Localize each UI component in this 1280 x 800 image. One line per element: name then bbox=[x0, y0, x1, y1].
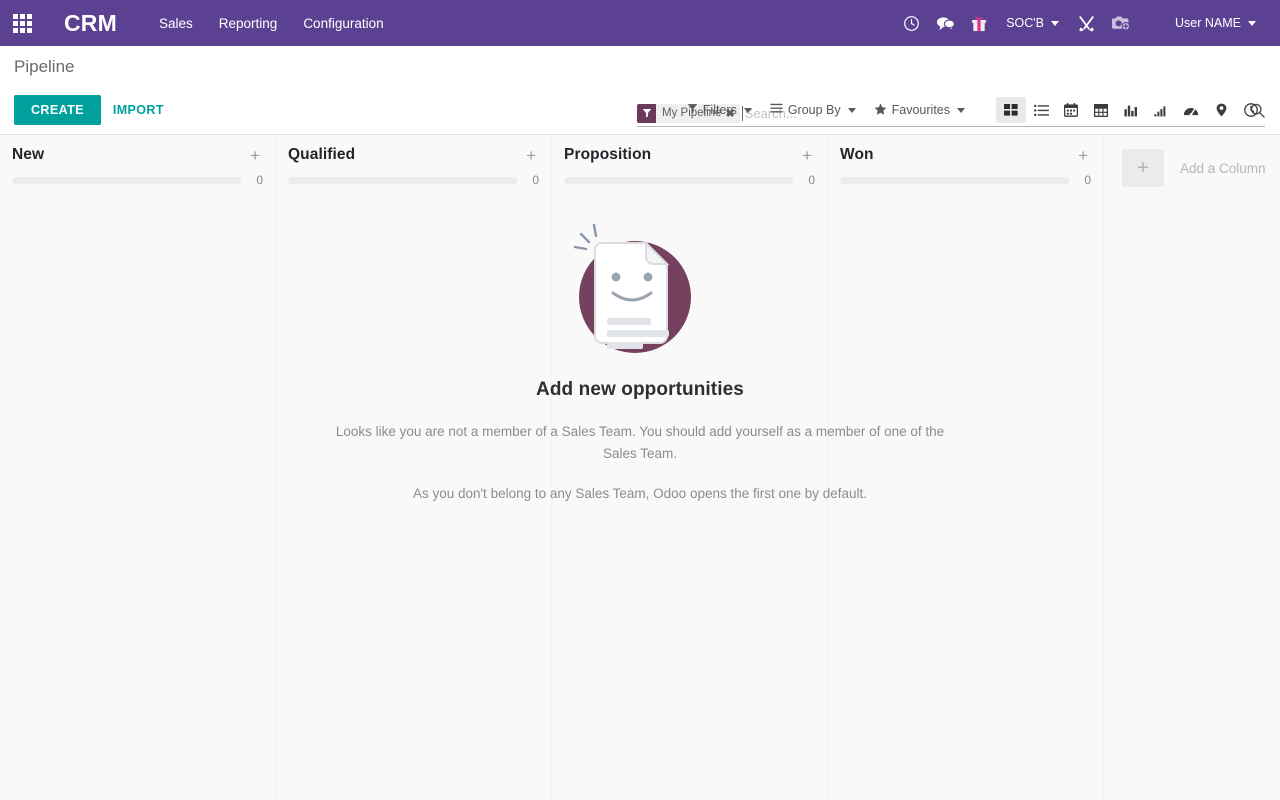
kanban-column-progress-row: 0 bbox=[840, 173, 1091, 187]
kanban-view-icon[interactable] bbox=[996, 97, 1026, 123]
activity-view-icon[interactable] bbox=[1236, 97, 1266, 123]
kanban-column-header: New + bbox=[12, 135, 263, 173]
star-icon bbox=[874, 103, 887, 118]
kanban-column-title: Qualified bbox=[288, 146, 356, 163]
favourites-dropdown[interactable]: Favourites bbox=[865, 98, 974, 123]
control-panel-top-row: Pipeline bbox=[14, 46, 1266, 88]
empty-state-title: Add new opportunities bbox=[536, 379, 744, 400]
add-record-icon[interactable]: + bbox=[799, 146, 815, 165]
empty-state: Add new opportunities Looks like you are… bbox=[0, 215, 1280, 505]
kanban-column-title: Won bbox=[840, 146, 874, 163]
navbar-menus: Sales Reporting Configuration bbox=[159, 16, 384, 31]
hamburger-lines-icon bbox=[770, 103, 783, 117]
filters-dropdown[interactable]: Filters bbox=[678, 98, 761, 122]
user-menu[interactable]: User NAME bbox=[1165, 0, 1266, 46]
empty-state-illustration bbox=[573, 223, 691, 353]
kanban-column-header: Qualified + bbox=[288, 135, 539, 173]
control-panel: Pipeline My Pipeline ✖ CREATE IMPORT bbox=[0, 46, 1280, 135]
group-by-dropdown[interactable]: Group By bbox=[761, 98, 865, 122]
company-switcher[interactable]: SOC'B bbox=[996, 0, 1069, 46]
gift-icon[interactable] bbox=[962, 0, 996, 46]
control-panel-right: Filters Group By Favourites bbox=[678, 97, 1266, 123]
kanban-column-count: 0 bbox=[532, 173, 539, 187]
import-button[interactable]: IMPORT bbox=[101, 95, 176, 125]
add-column-area[interactable]: + Add a Column bbox=[1104, 135, 1278, 187]
group-by-dropdown-label: Group By bbox=[787, 103, 841, 117]
kanban-column-count: 0 bbox=[256, 173, 263, 187]
add-record-icon[interactable]: + bbox=[1075, 146, 1091, 165]
empty-state-paragraph-1: Looks like you are not a member of a Sal… bbox=[335, 424, 945, 461]
add-record-icon[interactable]: + bbox=[247, 146, 263, 165]
menu-sales[interactable]: Sales bbox=[159, 16, 193, 31]
create-button[interactable]: CREATE bbox=[14, 95, 101, 125]
tools-icon[interactable] bbox=[1069, 0, 1103, 46]
activity-clock-icon[interactable] bbox=[894, 0, 928, 46]
navbar-right-tools: SOC'B User NAME bbox=[894, 0, 1280, 46]
chevron-down-icon bbox=[1248, 20, 1256, 26]
app-brand-crm[interactable]: CRM bbox=[64, 10, 117, 37]
camera-add-icon[interactable] bbox=[1103, 0, 1137, 46]
filter-funnel-icon bbox=[687, 103, 698, 117]
apps-menu-button[interactable] bbox=[0, 0, 44, 46]
kanban-column-progress-row: 0 bbox=[564, 173, 815, 187]
progress-bar[interactable] bbox=[288, 176, 517, 184]
chevron-down-icon bbox=[1051, 20, 1060, 26]
list-view-icon[interactable] bbox=[1026, 97, 1056, 123]
messaging-chat-icon[interactable] bbox=[928, 0, 962, 46]
kanban-column-count: 0 bbox=[1084, 173, 1091, 187]
empty-state-paragraph-2: As you don't belong to any Sales Team, O… bbox=[412, 486, 868, 501]
menu-configuration[interactable]: Configuration bbox=[303, 16, 383, 31]
kanban-column-title: Proposition bbox=[564, 146, 652, 163]
progress-bar[interactable] bbox=[564, 176, 793, 184]
dashboard-view-icon[interactable] bbox=[1176, 97, 1206, 123]
graph-view-icon[interactable] bbox=[1116, 97, 1146, 123]
control-panel-buttons-row: CREATE IMPORT Filters Group By Favourite… bbox=[14, 95, 1266, 125]
pivot-view-icon[interactable] bbox=[1086, 97, 1116, 123]
progress-bar[interactable] bbox=[12, 176, 241, 184]
chevron-down-icon bbox=[847, 107, 856, 113]
calendar-view-icon[interactable] bbox=[1056, 97, 1086, 123]
breadcrumb[interactable]: Pipeline bbox=[14, 57, 75, 77]
add-column-button[interactable]: + bbox=[1122, 149, 1164, 187]
view-switcher bbox=[996, 97, 1266, 123]
add-column-label[interactable]: Add a Column bbox=[1180, 161, 1266, 176]
map-view-icon[interactable] bbox=[1206, 97, 1236, 123]
kanban-column-progress-row: 0 bbox=[288, 173, 539, 187]
chevron-down-icon bbox=[743, 107, 752, 113]
favourites-dropdown-label: Favourites bbox=[891, 103, 950, 117]
kanban-column-header: Won + bbox=[840, 135, 1091, 173]
kanban-column-title: New bbox=[12, 146, 45, 163]
top-navbar: CRM Sales Reporting Configuration SOC'B … bbox=[0, 0, 1280, 46]
menu-reporting[interactable]: Reporting bbox=[219, 16, 278, 31]
progress-bar[interactable] bbox=[840, 176, 1069, 184]
chevron-down-icon bbox=[957, 107, 965, 113]
add-record-icon[interactable]: + bbox=[523, 146, 539, 165]
cohort-view-icon[interactable] bbox=[1146, 97, 1176, 123]
kanban-column-count: 0 bbox=[808, 173, 815, 187]
kanban-board: New + 0 Qualified + 0 Proposition + 0 Wo… bbox=[0, 135, 1280, 800]
kanban-column-progress-row: 0 bbox=[12, 173, 263, 187]
kanban-column-header: Proposition + bbox=[564, 135, 815, 173]
user-menu-label: User NAME bbox=[1175, 16, 1241, 30]
company-switcher-label: SOC'B bbox=[1006, 16, 1045, 30]
apps-grid-icon bbox=[12, 13, 32, 33]
filters-dropdown-label: Filters bbox=[702, 103, 737, 117]
